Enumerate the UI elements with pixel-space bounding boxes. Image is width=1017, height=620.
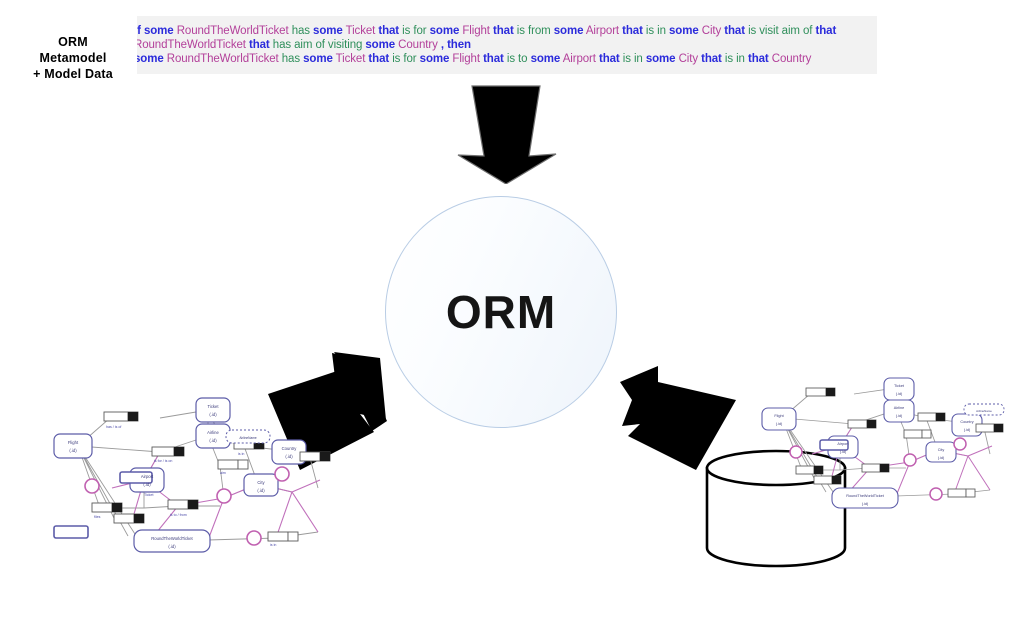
svg-text:is to / from: is to / from <box>170 513 187 517</box>
verbalization-token: Ticket <box>345 25 376 37</box>
verbalization-line-3: some RoundTheWorldTicket has some Ticket… <box>137 52 811 66</box>
verbalization-line-1: If some RoundTheWorldTicket has some Tic… <box>137 24 836 38</box>
verbalization-token: some <box>303 53 333 65</box>
verbalization-token: that <box>248 39 270 51</box>
verbalization-token: some <box>143 25 174 37</box>
svg-text:Flight: Flight <box>774 414 784 418</box>
svg-text:(.id): (.id) <box>896 392 903 396</box>
verbalization-token: Ticket <box>335 53 366 65</box>
svg-text:is for / is on: is for / is on <box>154 459 172 463</box>
verbalization-token: some <box>429 25 460 37</box>
svg-text:(.id): (.id) <box>143 482 151 487</box>
verbalization-line-2: RoundTheWorldTicket that has aim of visi… <box>137 38 471 52</box>
svg-text:Country: Country <box>282 446 298 451</box>
orm-verbalization-panel: If some RoundTheWorldTicket has some Tic… <box>137 16 877 74</box>
svg-text:AirlineName: AirlineName <box>239 436 257 440</box>
verbalization-token: is from <box>516 25 551 37</box>
verbalization-token: has aim of visiting <box>272 39 363 51</box>
verbalization-token: some <box>313 25 343 37</box>
verbalization-token: RoundTheWorldTicket <box>137 39 246 51</box>
svg-text:Ticket: Ticket <box>207 404 219 409</box>
verbalization-token: some <box>365 39 396 51</box>
svg-text:(.id): (.id) <box>938 456 945 460</box>
svg-text:City: City <box>938 448 945 452</box>
verbalization-token: is for <box>392 53 417 65</box>
verbalization-token: Country <box>771 53 812 65</box>
verbalization-token: that <box>622 25 643 37</box>
verbalization-token: is visit aim of <box>748 25 813 37</box>
verbalization-token: that <box>701 53 722 65</box>
svg-text:is in: is in <box>238 452 244 456</box>
svg-text:AirlineName: AirlineName <box>976 409 992 413</box>
db-label-line-1: ORM <box>58 35 88 49</box>
svg-text:is in: is in <box>270 543 276 547</box>
svg-text:Ticket: Ticket <box>894 384 905 388</box>
verbalization-token: that <box>368 53 390 65</box>
svg-text:(.id): (.id) <box>69 448 77 453</box>
verbalization-token: Flight <box>462 25 490 37</box>
verbalization-token: Flight <box>452 53 480 65</box>
svg-text:Country: Country <box>960 420 973 424</box>
svg-text:(.id): (.id) <box>168 544 176 549</box>
svg-text:has / is of: has / is of <box>106 425 121 429</box>
verbalization-token: is to <box>506 53 528 65</box>
verbalization-token: is in <box>622 53 643 65</box>
svg-text:Flight: Flight <box>68 440 79 445</box>
verbalization-token: that <box>747 53 769 65</box>
database-label: ORM Metamodel + Model Data <box>0 34 146 82</box>
verbalization-token: that <box>815 25 837 37</box>
arrow-down-from-verbalization <box>457 85 557 184</box>
svg-text:(.id): (.id) <box>964 428 971 432</box>
svg-text:(.id): (.id) <box>862 502 869 506</box>
verbalization-token: has <box>291 25 310 37</box>
svg-text:Airport: Airport <box>141 474 154 479</box>
verbalization-token: some <box>419 53 450 65</box>
orm-center-label: ORM <box>445 286 557 338</box>
svg-text:flies: flies <box>94 515 101 519</box>
verbalization-token: Country <box>398 39 438 51</box>
verbalization-token: then <box>447 39 471 51</box>
verbalization-token: Airport <box>562 53 596 65</box>
db-label-line-2: Metamodel <box>39 51 107 65</box>
svg-text:(.id): (.id) <box>209 412 217 417</box>
verbalization-token: some <box>530 53 561 65</box>
verbalization-token: that <box>378 25 400 37</box>
svg-text:Ticket: Ticket <box>144 493 153 497</box>
svg-text:(.id): (.id) <box>285 454 293 459</box>
svg-text:(.id): (.id) <box>209 438 217 443</box>
verbalization-token: that <box>483 53 504 65</box>
verbalization-token: that <box>724 25 745 37</box>
orm-schema-diagram-right: Flight (.id) Ticket (.id) Airline (.id) Air… <box>761 377 1005 509</box>
verbalization-token: has <box>281 53 300 65</box>
verbalization-token: is for <box>402 25 427 37</box>
verbalization-token: that <box>598 53 620 65</box>
verbalization-token: RoundTheWorldTicket <box>166 53 279 65</box>
svg-text:(.id): (.id) <box>896 414 903 418</box>
verbalization-token: is in <box>645 25 666 37</box>
verbalization-token: Airport <box>585 25 620 37</box>
verbalization-token: some <box>645 53 676 65</box>
svg-text:RoundTheWorldTicket: RoundTheWorldTicket <box>846 494 885 498</box>
orm-schema-diagram-left: has / is of is for / is on is in flies i… <box>53 397 331 553</box>
svg-text:Airline: Airline <box>207 430 219 435</box>
svg-text:(.id): (.id) <box>776 422 783 426</box>
verbalization-token: is in <box>724 53 745 65</box>
svg-text:RoundTheWorldTicket: RoundTheWorldTicket <box>151 536 193 541</box>
verbalization-token: some <box>553 25 584 37</box>
schema-left-entity-types <box>53 397 307 553</box>
verbalization-token: RoundTheWorldTicket <box>176 25 289 37</box>
verbalization-token: City <box>701 25 722 37</box>
svg-text:City: City <box>257 480 265 485</box>
verbalization-token: , <box>440 39 444 51</box>
verbalization-token: some <box>668 25 699 37</box>
svg-text:(.id): (.id) <box>840 450 847 454</box>
svg-text:(.id): (.id) <box>257 488 265 493</box>
svg-text:Airport: Airport <box>837 442 849 446</box>
orm-center-circle: ORM <box>385 196 617 428</box>
db-label-line-3: + Model Data <box>33 67 113 81</box>
svg-text:aim: aim <box>220 471 226 475</box>
verbalization-token: City <box>678 53 699 65</box>
svg-text:Airline: Airline <box>894 406 905 410</box>
verbalization-token: that <box>493 25 514 37</box>
